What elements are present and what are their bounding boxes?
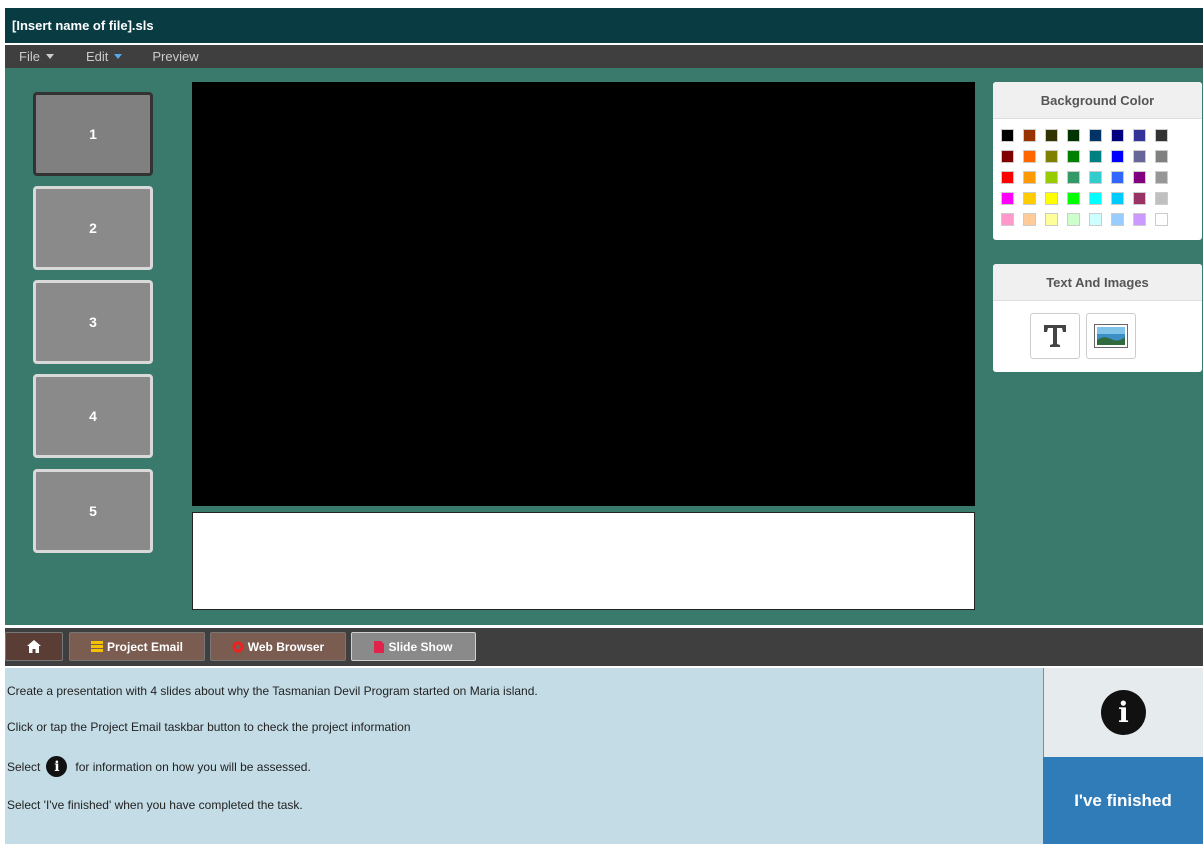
color-swatch[interactable]: [1067, 129, 1080, 142]
window-title: [Insert name of file].sls: [12, 18, 154, 33]
color-swatch[interactable]: [1155, 192, 1168, 205]
menu-preview-label: Preview: [152, 49, 199, 64]
landscape-image-icon: [1094, 324, 1128, 348]
home-button[interactable]: [5, 632, 63, 661]
instruction-line-2: Click or tap the Project Email taskbar b…: [7, 720, 411, 734]
color-swatch[interactable]: [1111, 213, 1124, 226]
color-swatch[interactable]: [1155, 129, 1168, 142]
color-swatch[interactable]: [1155, 213, 1168, 226]
info-icon: i: [46, 756, 68, 777]
menu-preview[interactable]: Preview: [144, 49, 206, 64]
web-browser-label: Web Browser: [247, 639, 325, 654]
color-swatch[interactable]: [1001, 150, 1014, 163]
slide-show-label: Slide Show: [388, 639, 453, 654]
add-image-button[interactable]: [1086, 313, 1136, 359]
menu-edit[interactable]: Edit: [78, 49, 130, 64]
info-button[interactable]: i: [1043, 668, 1203, 757]
color-swatch[interactable]: [1089, 213, 1102, 226]
task-instructions: Create a presentation with 4 slides abou…: [5, 668, 1043, 844]
instruction-line-3: Select i for information on how you will…: [7, 756, 311, 777]
color-swatch[interactable]: [1001, 192, 1014, 205]
slide-thumbnail-3[interactable]: 3: [33, 280, 153, 364]
text-images-title: Text And Images: [993, 264, 1202, 301]
background-color-title: Background Color: [993, 82, 1202, 119]
menu-file-label: File: [19, 49, 40, 64]
instruction-line-4: Select 'I've finished' when you have com…: [7, 798, 303, 812]
background-color-panel: Background Color: [993, 82, 1202, 240]
slide-thumbnail-2[interactable]: 2: [33, 186, 153, 270]
editor-workspace: 1 2 3 4 5 Background Color Text And Imag…: [5, 68, 1203, 625]
slide-show-button[interactable]: Slide Show: [351, 632, 476, 661]
info-icon: i: [1101, 690, 1146, 735]
color-swatch[interactable]: [1067, 150, 1080, 163]
window-title-bar: [Insert name of file].sls: [5, 8, 1203, 43]
color-swatch[interactable]: [1133, 213, 1146, 226]
color-swatch[interactable]: [1023, 192, 1036, 205]
home-icon: [27, 640, 41, 653]
color-swatch[interactable]: [1111, 171, 1124, 184]
color-swatch[interactable]: [1155, 150, 1168, 163]
color-swatch[interactable]: [1089, 150, 1102, 163]
color-swatch[interactable]: [1045, 150, 1058, 163]
slide-number: 1: [89, 126, 97, 142]
color-swatch[interactable]: [1045, 213, 1058, 226]
slide-number: 4: [89, 408, 97, 424]
color-swatch[interactable]: [1045, 171, 1058, 184]
project-email-label: Project Email: [106, 639, 184, 654]
color-swatch[interactable]: [1111, 129, 1124, 142]
slide-number: 5: [89, 503, 97, 519]
color-swatch[interactable]: [1067, 213, 1080, 226]
slide-number: 2: [89, 220, 97, 236]
color-swatch[interactable]: [1133, 171, 1146, 184]
color-swatch[interactable]: [1155, 171, 1168, 184]
browser-icon: [232, 641, 244, 652]
slide-canvas[interactable]: [192, 82, 975, 506]
menu-edit-label: Edit: [85, 49, 109, 64]
color-swatch[interactable]: [1133, 192, 1146, 205]
slide-number: 3: [89, 314, 97, 330]
slide-thumbnail-4[interactable]: 4: [33, 374, 153, 458]
list-icon: [90, 641, 103, 652]
slide-notes-area[interactable]: [192, 512, 975, 610]
color-swatch[interactable]: [1023, 171, 1036, 184]
color-swatch[interactable]: [1089, 192, 1102, 205]
project-email-button[interactable]: Project Email: [69, 632, 205, 661]
color-swatch-grid: [993, 119, 1202, 236]
color-swatch[interactable]: [1111, 192, 1124, 205]
color-swatch[interactable]: [1045, 129, 1058, 142]
slide-thumbnail-1[interactable]: 1: [33, 92, 153, 176]
color-swatch[interactable]: [1067, 171, 1080, 184]
instruction-assessment-text: for information on how you will be asses…: [75, 759, 311, 774]
color-swatch[interactable]: [1089, 171, 1102, 184]
web-browser-button[interactable]: Web Browser: [210, 632, 346, 661]
instruction-select-text: Select: [7, 759, 41, 774]
color-swatch[interactable]: [1111, 150, 1124, 163]
text-images-panel: Text And Images: [993, 264, 1202, 372]
color-swatch[interactable]: [1023, 129, 1036, 142]
document-icon: [374, 640, 385, 653]
taskbar: Project Email Web Browser Slide Show: [5, 628, 1203, 666]
color-swatch[interactable]: [1001, 213, 1014, 226]
color-swatch[interactable]: [1045, 192, 1058, 205]
color-swatch[interactable]: [1001, 171, 1014, 184]
color-swatch[interactable]: [1089, 129, 1102, 142]
menu-file[interactable]: File: [11, 49, 62, 64]
chevron-down-icon: [114, 54, 123, 59]
color-swatch[interactable]: [1133, 129, 1146, 142]
color-swatch[interactable]: [1023, 150, 1036, 163]
add-text-button[interactable]: [1030, 313, 1080, 359]
slide-thumbnail-5[interactable]: 5: [33, 469, 153, 553]
chevron-down-icon: [45, 54, 54, 59]
color-swatch[interactable]: [1001, 129, 1014, 142]
color-swatch[interactable]: [1133, 150, 1146, 163]
text-T-icon: [1044, 325, 1066, 347]
menu-bar: File Edit Preview: [5, 45, 1203, 68]
finished-button[interactable]: I've finished: [1043, 757, 1203, 844]
color-swatch[interactable]: [1023, 213, 1036, 226]
instruction-line-1: Create a presentation with 4 slides abou…: [7, 684, 538, 698]
color-swatch[interactable]: [1067, 192, 1080, 205]
